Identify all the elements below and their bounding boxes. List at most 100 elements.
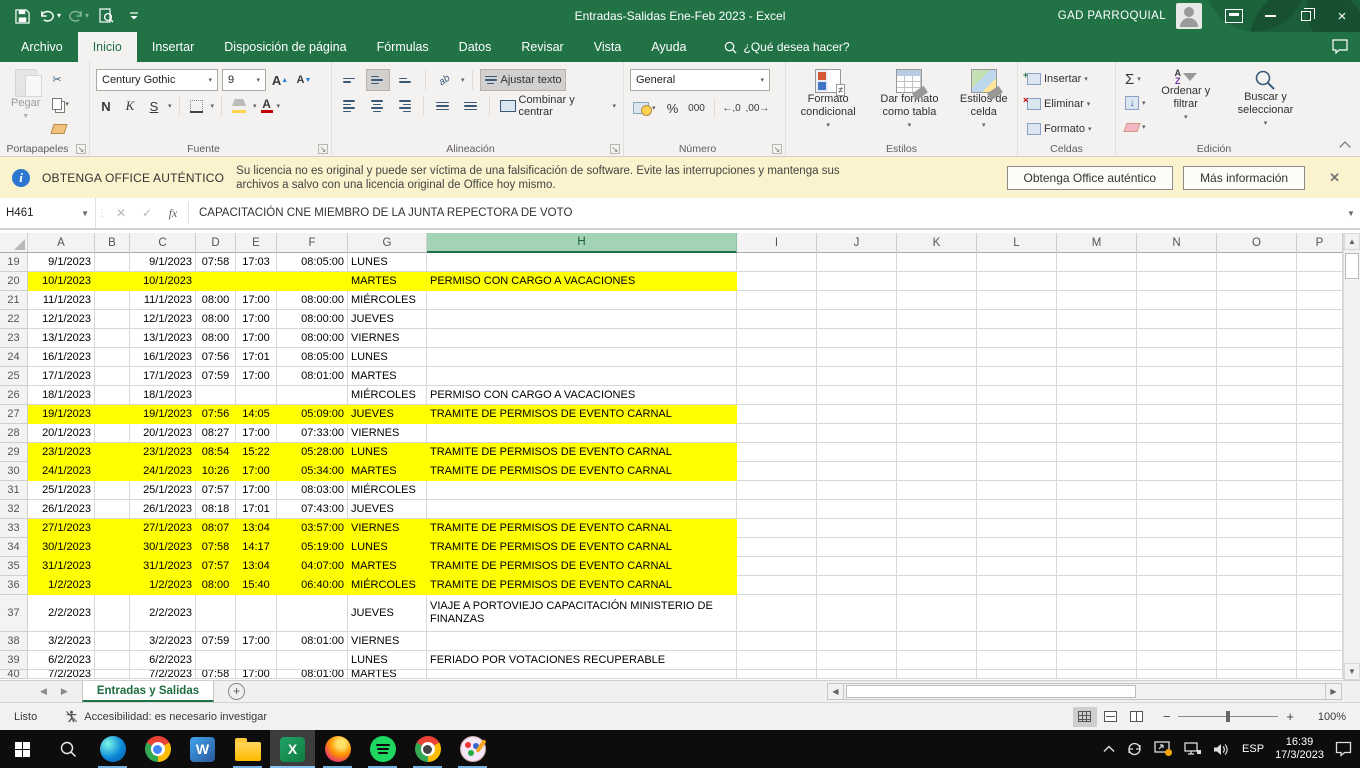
cell-J32[interactable]: [817, 500, 897, 519]
cell-L39[interactable]: [977, 651, 1057, 670]
cell-I21[interactable]: [737, 291, 817, 310]
cell-I25[interactable]: [737, 367, 817, 386]
cell-D36[interactable]: 08:00: [196, 576, 236, 595]
tray-expand-icon[interactable]: [1103, 745, 1115, 753]
clipboard-dialog-launcher-icon[interactable]: ↘: [76, 144, 86, 154]
row-header-38[interactable]: 38: [0, 632, 28, 651]
cell-N29[interactable]: [1137, 443, 1217, 462]
column-header-P[interactable]: P: [1297, 233, 1343, 253]
account-name[interactable]: GAD PARROQUIAL: [1058, 10, 1166, 22]
cell-H22[interactable]: [427, 310, 737, 329]
cell-I37[interactable]: [737, 595, 817, 632]
cell-C20[interactable]: 10/1/2023: [130, 272, 196, 291]
cell-L26[interactable]: [977, 386, 1057, 405]
cell-J24[interactable]: [817, 348, 897, 367]
cell-K40[interactable]: [897, 670, 977, 679]
column-header-C[interactable]: C: [130, 233, 196, 253]
cell-O19[interactable]: [1217, 253, 1297, 272]
cell-J19[interactable]: [817, 253, 897, 272]
cell-J30[interactable]: [817, 462, 897, 481]
cell-J31[interactable]: [817, 481, 897, 500]
ribbon-display-options-button[interactable]: [1216, 0, 1252, 32]
cell-L30[interactable]: [977, 462, 1057, 481]
cell-O20[interactable]: [1217, 272, 1297, 291]
cell-G35[interactable]: MARTES: [348, 557, 427, 576]
cell-D22[interactable]: 08:00: [196, 310, 236, 329]
cell-O32[interactable]: [1217, 500, 1297, 519]
taskbar-spotify[interactable]: [360, 730, 405, 768]
cell-L35[interactable]: [977, 557, 1057, 576]
cell-B38[interactable]: [95, 632, 130, 651]
cell-E23[interactable]: 17:00: [236, 329, 277, 348]
cell-M29[interactable]: [1057, 443, 1137, 462]
decrease-decimal-button[interactable]: ,00→: [746, 98, 770, 118]
insert-cells-button[interactable]: +Insertar▾: [1024, 68, 1094, 90]
cell-I29[interactable]: [737, 443, 817, 462]
cell-A21[interactable]: 11/1/2023: [28, 291, 95, 310]
cell-M19[interactable]: [1057, 253, 1137, 272]
cell-E21[interactable]: 17:00: [236, 291, 277, 310]
taskbar-explorer[interactable]: [225, 730, 270, 768]
cell-P32[interactable]: [1297, 500, 1343, 519]
cell-J37[interactable]: [817, 595, 897, 632]
cell-G26[interactable]: MIÉRCOLES: [348, 386, 427, 405]
cell-C30[interactable]: 24/1/2023: [130, 462, 196, 481]
cell-B28[interactable]: [95, 424, 130, 443]
cell-F37[interactable]: [277, 595, 348, 632]
borders-button[interactable]: [187, 96, 207, 116]
cell-M22[interactable]: [1057, 310, 1137, 329]
cell-K25[interactable]: [897, 367, 977, 386]
cell-D19[interactable]: 07:58: [196, 253, 236, 272]
cell-I27[interactable]: [737, 405, 817, 424]
zoom-in-icon[interactable]: +: [1286, 709, 1294, 724]
cell-L32[interactable]: [977, 500, 1057, 519]
vertical-scroll-thumb[interactable]: [1345, 253, 1359, 279]
cell-O34[interactable]: [1217, 538, 1297, 557]
formula-input[interactable]: CAPACITACIÓN CNE MIEMBRO DE LA JUNTA REP…: [191, 198, 1342, 228]
cell-N39[interactable]: [1137, 651, 1217, 670]
cell-E33[interactable]: 13:04: [236, 519, 277, 538]
increase-indent-button[interactable]: [459, 95, 482, 117]
row-header-24[interactable]: 24: [0, 348, 28, 367]
cell-A29[interactable]: 23/1/2023: [28, 443, 95, 462]
cell-J29[interactable]: [817, 443, 897, 462]
name-box-dropdown-icon[interactable]: ▼: [81, 209, 89, 218]
cell-A35[interactable]: 31/1/2023: [28, 557, 95, 576]
cell-G21[interactable]: MIÉRCOLES: [348, 291, 427, 310]
cell-N38[interactable]: [1137, 632, 1217, 651]
cell-K22[interactable]: [897, 310, 977, 329]
accessibility-status[interactable]: Accesibilidad: es necesario investigar: [65, 710, 267, 723]
cell-P33[interactable]: [1297, 519, 1343, 538]
cell-C19[interactable]: 9/1/2023: [130, 253, 196, 272]
column-header-N[interactable]: N: [1137, 233, 1217, 253]
cell-M24[interactable]: [1057, 348, 1137, 367]
cell-G19[interactable]: LUNES: [348, 253, 427, 272]
clock[interactable]: 16:39 17/3/2023: [1275, 736, 1324, 762]
cell-I35[interactable]: [737, 557, 817, 576]
cell-E19[interactable]: 17:03: [236, 253, 277, 272]
row-header-35[interactable]: 35: [0, 557, 28, 576]
tab-revisar[interactable]: Revisar: [506, 32, 578, 62]
zoom-thumb[interactable]: [1226, 711, 1230, 722]
cell-C33[interactable]: 27/1/2023: [130, 519, 196, 538]
cell-F29[interactable]: 05:28:00: [277, 443, 348, 462]
cell-K19[interactable]: [897, 253, 977, 272]
cell-A31[interactable]: 25/1/2023: [28, 481, 95, 500]
cell-A39[interactable]: 6/2/2023: [28, 651, 95, 670]
cell-J34[interactable]: [817, 538, 897, 557]
column-header-E[interactable]: E: [236, 233, 277, 253]
cell-K36[interactable]: [897, 576, 977, 595]
cell-J33[interactable]: [817, 519, 897, 538]
cell-L21[interactable]: [977, 291, 1057, 310]
cell-C25[interactable]: 17/1/2023: [130, 367, 196, 386]
cell-P19[interactable]: [1297, 253, 1343, 272]
cell-O40[interactable]: [1217, 670, 1297, 679]
cell-C28[interactable]: 20/1/2023: [130, 424, 196, 443]
cell-B39[interactable]: [95, 651, 130, 670]
cell-J27[interactable]: [817, 405, 897, 424]
cell-N20[interactable]: [1137, 272, 1217, 291]
cell-D21[interactable]: 08:00: [196, 291, 236, 310]
cell-J28[interactable]: [817, 424, 897, 443]
delete-cells-button[interactable]: ×Eliminar▾: [1024, 93, 1094, 115]
cell-B25[interactable]: [95, 367, 130, 386]
